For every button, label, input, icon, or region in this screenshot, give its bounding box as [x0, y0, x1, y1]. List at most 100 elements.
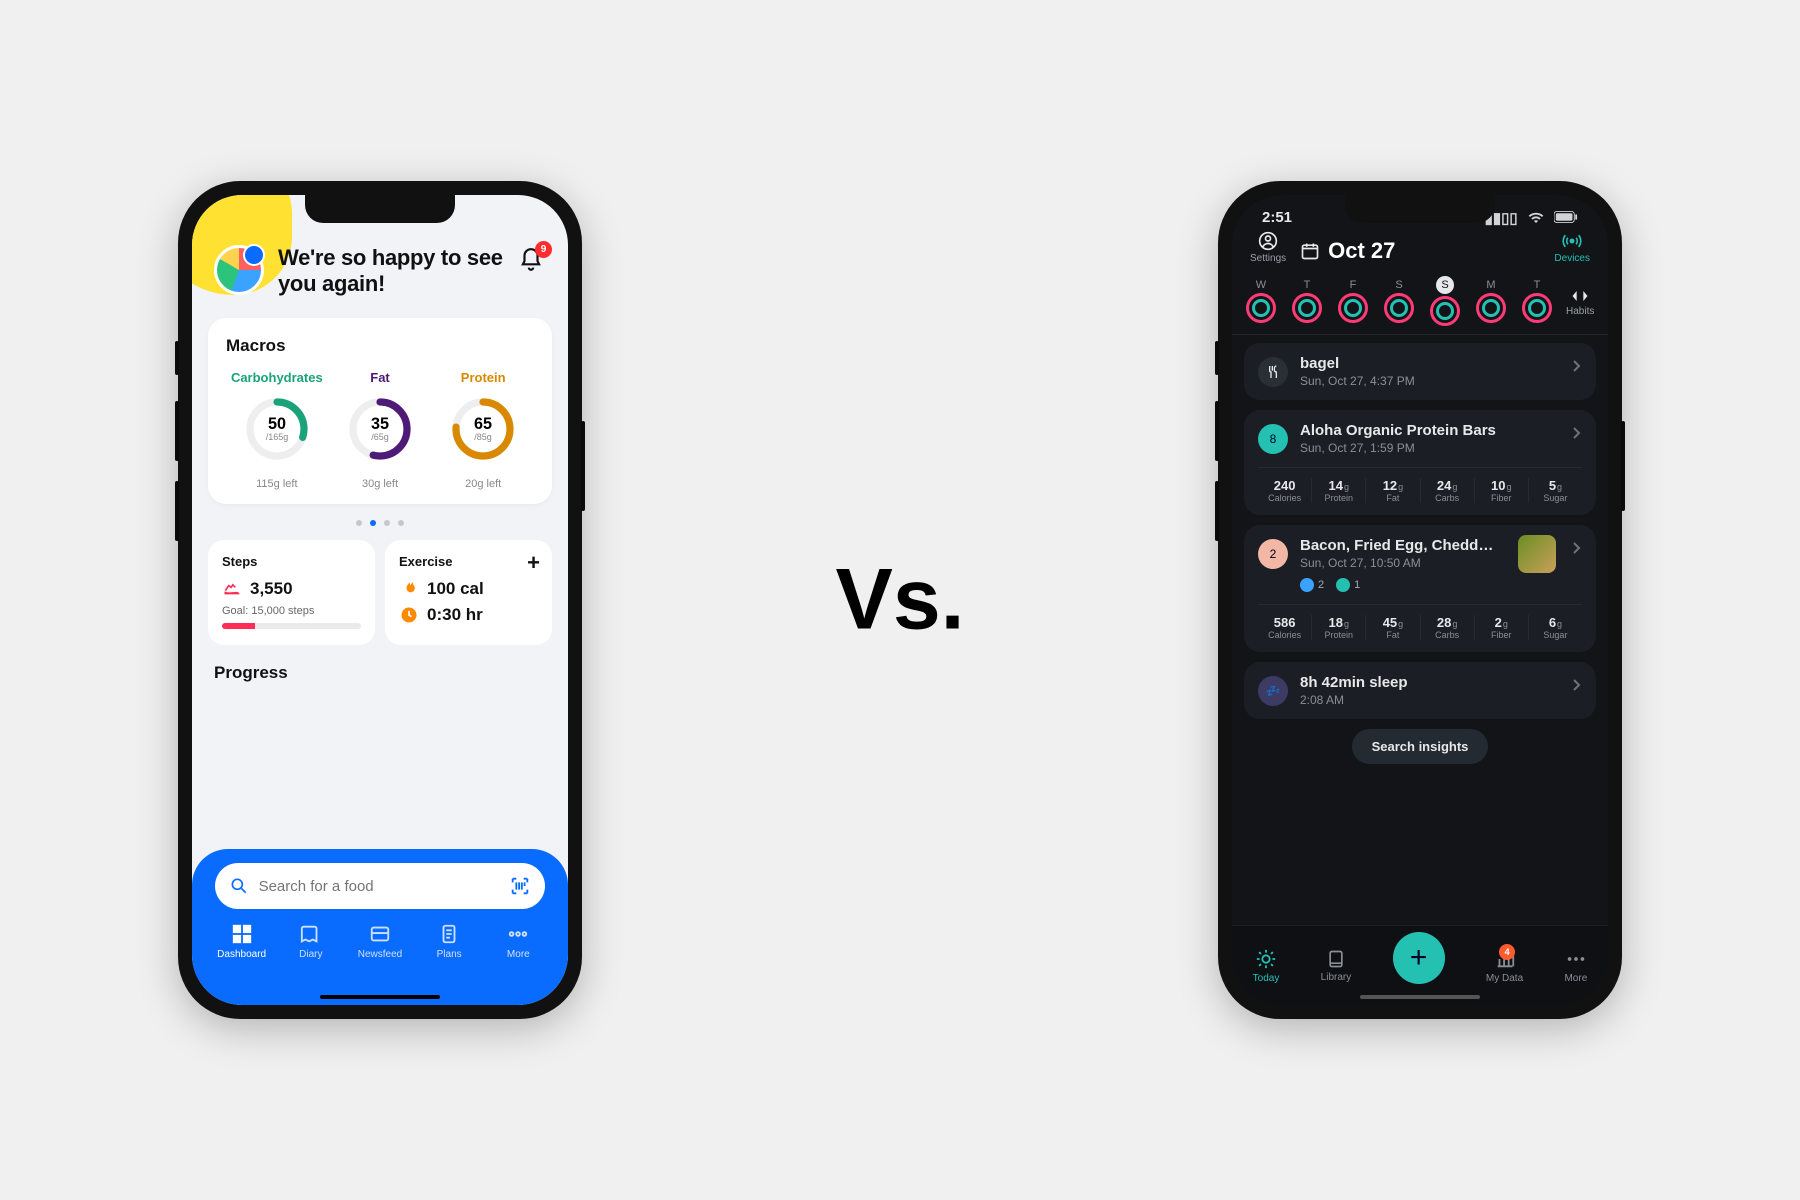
macro-label: Fat	[329, 370, 431, 385]
add-exercise-button[interactable]: +	[527, 550, 540, 576]
activity-ring-icon	[1384, 293, 1414, 323]
macros-card[interactable]: Macros Carbohydrates 50 /165g 115g left …	[208, 318, 552, 504]
tab-today[interactable]: Today	[1253, 948, 1280, 984]
chevron-right-icon	[1572, 359, 1582, 378]
phone-right: 2:51 ▮▮▯▯ Settings	[1218, 181, 1622, 1019]
macro-remaining: 115g left	[226, 478, 328, 490]
tab-mydata[interactable]: 4 My Data	[1486, 948, 1523, 984]
search-input[interactable]	[259, 878, 500, 895]
tab-library[interactable]: Library	[1321, 949, 1352, 983]
chevron-right-icon	[1572, 678, 1582, 697]
settings-button[interactable]: Settings	[1250, 231, 1286, 264]
feed-item-2[interactable]: 2 Bacon, Fried Egg, Chedd…Sun, Oct 27, 1…	[1244, 525, 1596, 652]
exercise-title: Exercise	[399, 554, 538, 569]
bottom-nav: Dashboard Diary Newsfeed Plans More	[192, 849, 568, 1005]
tab-newsfeed[interactable]: Newsfeed	[345, 923, 414, 960]
notifications-button[interactable]: 9	[518, 247, 546, 275]
day-5[interactable]: M	[1470, 279, 1512, 323]
svg-text:50: 50	[268, 415, 286, 433]
sleep-icon: 💤	[1258, 676, 1288, 706]
macro-ring: 35 /65g	[344, 393, 416, 465]
person-circle-icon	[1258, 231, 1278, 251]
exercise-tile[interactable]: Exercise + 100 cal 0:30 hr	[385, 540, 552, 645]
feed-list: bagelSun, Oct 27, 4:37 PM 8 Aloha Organi…	[1232, 335, 1608, 719]
nutrition-row: 586Calories 18gProtein 45gFat 28gCarbs 2…	[1258, 604, 1582, 640]
clock-icon	[399, 605, 419, 625]
steps-tile[interactable]: Steps 3,550 Goal: 15,000 steps	[208, 540, 375, 645]
activity-ring-icon	[1522, 293, 1552, 323]
activity-ring-icon	[1430, 296, 1460, 326]
feed-item-0[interactable]: bagelSun, Oct 27, 4:37 PM	[1244, 343, 1596, 400]
utensils-icon	[1258, 357, 1288, 387]
day-1[interactable]: T	[1286, 279, 1328, 323]
exercise-time: 0:30 hr	[427, 605, 483, 625]
tab-more[interactable]: More	[484, 923, 553, 960]
svg-text:/165g: /165g	[266, 432, 289, 442]
wifi-icon	[1528, 210, 1548, 227]
progress-title: Progress	[192, 645, 568, 683]
app-gyroscope: 2:51 ▮▮▯▯ Settings	[1232, 195, 1608, 1005]
chevron-right-icon	[1572, 541, 1582, 560]
nutrition-row: 240Calories 14gProtein 12gFat 24gCarbs 1…	[1258, 467, 1582, 503]
shoe-icon	[222, 579, 242, 599]
tab-dashboard[interactable]: Dashboard	[207, 923, 276, 960]
barcode-icon[interactable]	[509, 875, 531, 897]
macro-remaining: 20g left	[432, 478, 534, 490]
plans-icon	[438, 923, 460, 945]
greeting-text: We're so happy to see you again!	[278, 245, 504, 298]
page-dots[interactable]	[192, 520, 568, 526]
macro-ring: 50 /165g	[241, 393, 313, 465]
steps-value: 3,550	[250, 579, 293, 599]
tab-diary[interactable]: Diary	[276, 923, 345, 960]
newsfeed-icon	[369, 923, 391, 945]
search-insights-button[interactable]: Search insights	[1352, 729, 1489, 764]
macros-title: Macros	[226, 336, 534, 356]
app-myfitnesspal: We're so happy to see you again! 9 Macro…	[192, 195, 568, 1005]
score-badge: 2	[1258, 539, 1288, 569]
macro-label: Carbohydrates	[226, 370, 328, 385]
mydata-badge: 4	[1499, 944, 1515, 960]
activity-ring-icon	[1292, 293, 1322, 323]
habits-button[interactable]: Habits	[1566, 286, 1594, 317]
status-time: 2:51	[1262, 209, 1292, 227]
devices-button[interactable]: Devices	[1554, 231, 1590, 264]
svg-text:/85g: /85g	[474, 432, 492, 442]
day-2[interactable]: F	[1332, 279, 1374, 323]
feed-item-3[interactable]: 💤 8h 42min sleep2:08 AM	[1244, 662, 1596, 719]
week-selector[interactable]: W T F S S M T Habits	[1232, 272, 1608, 335]
search-bar[interactable]	[215, 863, 546, 909]
diary-icon	[300, 923, 322, 945]
day-4[interactable]: S	[1424, 276, 1466, 326]
dashboard-icon	[231, 923, 253, 945]
date-picker[interactable]: Oct 27	[1300, 238, 1395, 264]
fab-add-button[interactable]: +	[1393, 932, 1445, 984]
svg-text:35: 35	[371, 415, 389, 433]
macro-1: Fat 35 /65g 30g left	[329, 370, 431, 490]
chevron-right-icon	[1572, 426, 1582, 445]
macro-label: Protein	[432, 370, 534, 385]
day-0[interactable]: W	[1240, 279, 1282, 323]
dots-icon	[1565, 948, 1587, 970]
sun-icon	[1255, 948, 1277, 970]
day-3[interactable]: S	[1378, 279, 1420, 323]
phone-left: We're so happy to see you again! 9 Macro…	[178, 181, 582, 1019]
more-icon	[507, 923, 529, 945]
feed-item-1[interactable]: 8 Aloha Organic Protein BarsSun, Oct 27,…	[1244, 410, 1596, 515]
activity-ring-icon	[1338, 293, 1368, 323]
calendar-icon	[1300, 241, 1320, 261]
macro-2: Protein 65 /85g 20g left	[432, 370, 534, 490]
tab-plans[interactable]: Plans	[415, 923, 484, 960]
vs-text: Vs.	[835, 551, 964, 650]
bottom-nav: Today Library + 4 My Data More	[1232, 925, 1608, 1005]
reactions: 2 1	[1300, 578, 1582, 592]
score-badge: 8	[1258, 424, 1288, 454]
broadcast-icon	[1562, 231, 1582, 251]
search-icon	[229, 876, 249, 896]
avatar[interactable]	[214, 245, 264, 295]
book-icon	[1326, 949, 1346, 969]
tab-more[interactable]: More	[1564, 948, 1587, 984]
svg-text:/65g: /65g	[371, 432, 389, 442]
flame-icon	[399, 579, 419, 599]
day-6[interactable]: T	[1516, 279, 1558, 323]
battery-icon	[1554, 210, 1578, 227]
